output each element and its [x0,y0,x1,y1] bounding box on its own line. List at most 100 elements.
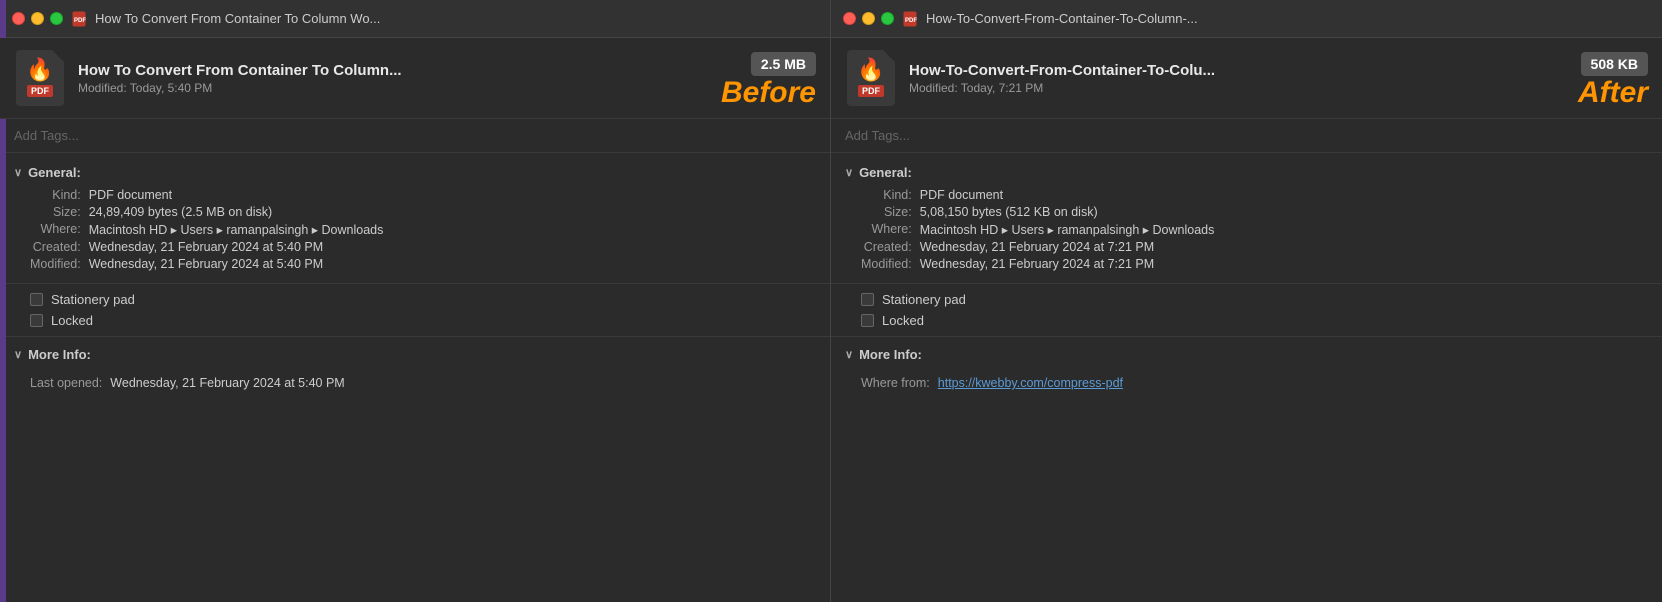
left-locked-label: Locked [51,313,93,328]
right-general-header[interactable]: ∨ General: [845,165,1648,180]
right-more-info-section: ∨ More Info: Where from: https://kwebby.… [831,337,1662,400]
left-file-modified: Modified: Today, 5:40 PM [78,81,816,95]
right-more-info-table: Where from: https://kwebby.com/compress-… [845,370,1648,390]
left-maximize-button[interactable] [50,12,63,25]
right-where-from-label: Where from: [861,376,930,390]
right-size-label: Size: [861,205,912,219]
right-pdf-flame-icon: 🔥 [857,59,884,81]
right-more-info-header[interactable]: ∨ More Info: [845,347,1648,362]
left-stationery-row: Stationery pad [30,292,816,307]
left-pdf-flame-icon: 🔥 [26,59,53,81]
left-locked-row: Locked [30,313,816,328]
right-more-info-chevron: ∨ [845,348,853,361]
right-general-label: General: [859,165,912,180]
right-file-info: How-To-Convert-From-Container-To-Colu...… [909,62,1648,95]
left-modified-value: Wednesday, 21 February 2024 at 5:40 PM [89,257,816,271]
right-pdf-title-icon: PDF [902,11,918,27]
left-close-button[interactable] [12,12,25,25]
right-where-value: Macintosh HD ▸ Users ▸ ramanpalsingh ▸ D… [920,222,1648,237]
right-minimize-button[interactable] [862,12,875,25]
left-last-opened-value: Wednesday, 21 February 2024 at 5:40 PM [110,376,816,390]
right-created-label: Created: [861,240,912,254]
left-title-bar-text: How To Convert From Container To Column … [95,11,818,26]
right-where-from-value[interactable]: https://kwebby.com/compress-pdf [938,376,1648,390]
left-size-value: 24,89,409 bytes (2.5 MB on disk) [89,205,816,219]
left-panel: PDF How To Convert From Container To Col… [0,0,831,602]
right-locked-row: Locked [861,313,1648,328]
left-created-label: Created: [30,240,81,254]
right-file-title: How-To-Convert-From-Container-To-Colu... [909,62,1489,79]
left-tags-placeholder: Add Tags... [14,128,79,143]
left-title-bar: PDF How To Convert From Container To Col… [0,0,830,38]
right-file-size-badge: 508 KB [1581,52,1648,76]
left-where-value: Macintosh HD ▸ Users ▸ ramanpalsingh ▸ D… [89,222,816,237]
left-pdf-icon: 🔥 PDF [14,48,66,108]
right-panel: PDF How-To-Convert-From-Container-To-Col… [831,0,1662,602]
left-last-opened-label: Last opened: [30,376,102,390]
left-where-label: Where: [30,222,81,237]
right-general-chevron: ∨ [845,166,853,179]
left-kind-label: Kind: [30,188,81,202]
left-general-label: General: [28,165,81,180]
left-locked-checkbox[interactable] [30,314,43,327]
left-general-table: Kind: PDF document Size: 24,89,409 bytes… [14,188,816,271]
right-stationery-checkbox[interactable] [861,293,874,306]
right-locked-checkbox[interactable] [861,314,874,327]
right-kind-label: Kind: [861,188,912,202]
svg-text:PDF: PDF [74,18,86,24]
left-pdf-title-icon: PDF [71,11,87,27]
left-minimize-button[interactable] [31,12,44,25]
left-checkboxes-section: Stationery pad Locked [0,284,830,337]
right-tags-row[interactable]: Add Tags... [831,119,1662,153]
right-pdf-badge: PDF [858,85,884,97]
left-pdf-badge: PDF [27,85,53,97]
right-general-section: ∨ General: Kind: PDF document Size: 5,08… [831,153,1662,284]
left-kind-value: PDF document [89,188,816,202]
svg-text:PDF: PDF [905,18,917,24]
left-tags-row[interactable]: Add Tags... [0,119,830,153]
right-label-after: After [1578,76,1648,110]
right-size-value: 5,08,150 bytes (512 KB on disk) [920,205,1648,219]
left-file-size-badge: 2.5 MB [751,52,816,76]
left-more-info-table: Last opened: Wednesday, 21 February 2024… [14,370,816,390]
left-more-info-chevron: ∨ [14,348,22,361]
left-size-label: Size: [30,205,81,219]
left-info-content[interactable]: ∨ General: Kind: PDF document Size: 24,8… [0,153,830,602]
right-title-bar: PDF How-To-Convert-From-Container-To-Col… [831,0,1662,38]
left-file-header: 🔥 PDF How To Convert From Container To C… [0,38,830,119]
right-where-label: Where: [861,222,912,237]
right-pdf-icon: 🔥 PDF [845,48,897,108]
right-tags-placeholder: Add Tags... [845,128,910,143]
left-created-value: Wednesday, 21 February 2024 at 5:40 PM [89,240,816,254]
left-file-info: How To Convert From Container To Column.… [78,62,816,95]
right-checkboxes-section: Stationery pad Locked [831,284,1662,337]
right-file-header: 🔥 PDF How-To-Convert-From-Container-To-C… [831,38,1662,119]
right-close-button[interactable] [843,12,856,25]
right-traffic-lights [843,12,894,25]
left-general-chevron: ∨ [14,166,22,179]
right-modified-value: Wednesday, 21 February 2024 at 7:21 PM [920,257,1648,271]
right-title-bar-text: How-To-Convert-From-Container-To-Column-… [926,11,1650,26]
left-general-section: ∨ General: Kind: PDF document Size: 24,8… [0,153,830,284]
right-more-info-label: More Info: [859,347,922,362]
left-more-info-section: ∨ More Info: Last opened: Wednesday, 21 … [0,337,830,400]
left-label-before: Before [721,76,816,110]
left-general-header[interactable]: ∨ General: [14,165,816,180]
right-created-value: Wednesday, 21 February 2024 at 7:21 PM [920,240,1648,254]
right-stationery-row: Stationery pad [861,292,1648,307]
right-general-table: Kind: PDF document Size: 5,08,150 bytes … [845,188,1648,271]
left-stationery-checkbox[interactable] [30,293,43,306]
left-modified-label: Modified: [30,257,81,271]
left-file-title: How To Convert From Container To Column.… [78,62,658,79]
right-info-content[interactable]: ∨ General: Kind: PDF document Size: 5,08… [831,153,1662,602]
left-more-info-label: More Info: [28,347,91,362]
left-more-info-header[interactable]: ∨ More Info: [14,347,816,362]
right-maximize-button[interactable] [881,12,894,25]
right-stationery-label: Stationery pad [882,292,966,307]
right-file-modified: Modified: Today, 7:21 PM [909,81,1648,95]
left-stationery-label: Stationery pad [51,292,135,307]
left-traffic-lights [12,12,63,25]
right-modified-label: Modified: [861,257,912,271]
right-kind-value: PDF document [920,188,1648,202]
right-locked-label: Locked [882,313,924,328]
